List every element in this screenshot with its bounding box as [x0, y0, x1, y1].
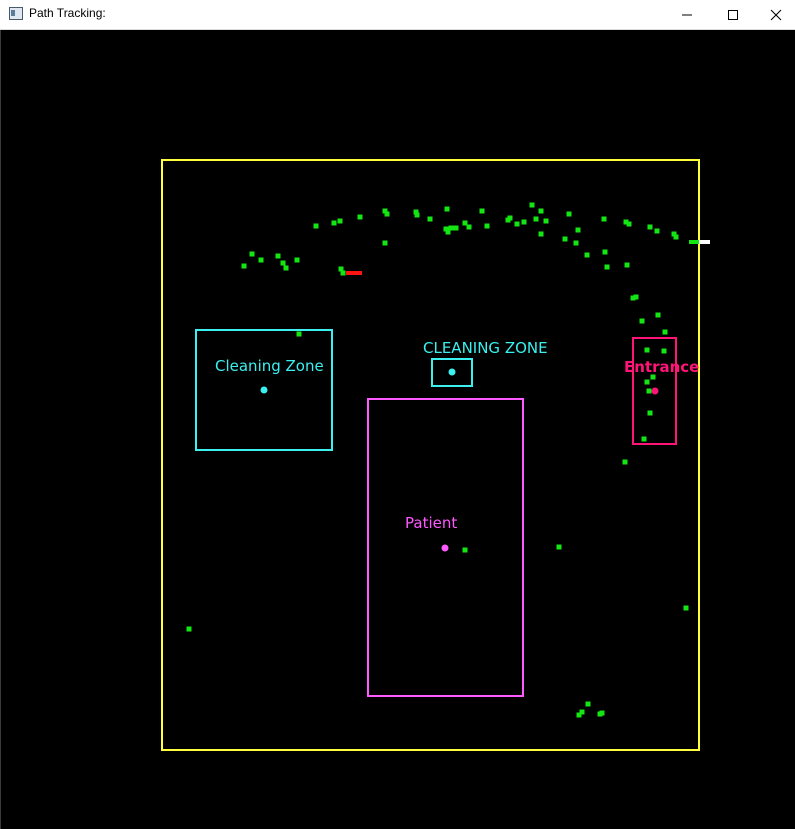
- path-point: [662, 329, 668, 335]
- path-point: [414, 212, 420, 218]
- path-point: [283, 265, 289, 271]
- path-point: [275, 253, 281, 259]
- path-point: [647, 410, 653, 416]
- path-point: [331, 220, 337, 226]
- cleaning-zone-left-label: Cleaning Zone: [215, 357, 324, 375]
- path-point: [521, 219, 527, 225]
- maximize-icon: [728, 9, 738, 20]
- path-point: [601, 216, 607, 222]
- sensor-marker-base: [689, 240, 699, 244]
- cleaning-zone-center-label: CLEANING ZONE: [423, 339, 548, 357]
- path-points: [186, 202, 689, 718]
- path-point: [296, 331, 302, 337]
- path-point: [633, 294, 639, 300]
- path-point: [683, 605, 689, 611]
- path-point: [427, 216, 433, 222]
- path-point: [585, 701, 591, 707]
- path-point: [479, 208, 485, 214]
- path-point: [340, 270, 346, 276]
- path-point: [514, 221, 520, 227]
- room-boundary: [161, 159, 700, 751]
- minimize-button[interactable]: [664, 0, 710, 29]
- path-point: [529, 202, 535, 208]
- path-point: [562, 236, 568, 242]
- path-point: [543, 218, 549, 224]
- path-point: [533, 216, 539, 222]
- close-button[interactable]: [756, 0, 795, 29]
- path-point: [466, 224, 472, 230]
- path-point: [644, 347, 650, 353]
- path-point: [622, 459, 628, 465]
- path-point: [599, 710, 605, 716]
- path-point: [444, 206, 450, 212]
- path-point: [602, 249, 608, 255]
- path-point: [646, 388, 652, 394]
- path-point: [249, 251, 255, 257]
- path-point: [673, 234, 679, 240]
- path-point: [573, 240, 579, 246]
- path-point: [556, 544, 562, 550]
- path-point: [654, 228, 660, 234]
- path-point: [641, 436, 647, 442]
- path-point: [624, 262, 630, 268]
- path-point: [186, 626, 192, 632]
- path-point: [655, 312, 661, 318]
- robot-heading-marker: [346, 271, 362, 275]
- path-point: [384, 211, 390, 217]
- cleaning-zone-left-center: [260, 386, 268, 394]
- path-point: [566, 211, 572, 217]
- map-canvas: Cleaning Zone CLEANING ZONE Patient Entr…: [0, 30, 795, 829]
- app-window-icon: [9, 7, 23, 20]
- path-point: [357, 214, 363, 220]
- path-point: [313, 223, 319, 229]
- path-point: [258, 257, 264, 263]
- path-point: [507, 215, 513, 221]
- path-point: [382, 240, 388, 246]
- path-point: [462, 547, 468, 553]
- path-point: [576, 712, 582, 718]
- path-point: [661, 348, 667, 354]
- maximize-button[interactable]: [710, 0, 756, 29]
- path-point: [538, 208, 544, 214]
- path-point: [484, 223, 490, 229]
- path-point: [294, 257, 300, 263]
- path-point: [448, 225, 454, 231]
- path-point: [453, 225, 459, 231]
- sensor-marker: [699, 240, 710, 244]
- patient-center: [441, 544, 449, 552]
- path-point: [584, 252, 590, 258]
- close-icon: [770, 9, 781, 20]
- path-point: [280, 260, 286, 266]
- entrance-center: [651, 387, 659, 395]
- path-point: [626, 221, 632, 227]
- path-point: [241, 263, 247, 269]
- path-point: [538, 231, 544, 237]
- path-point: [575, 227, 581, 233]
- path-point: [644, 379, 650, 385]
- window-title: Path Tracking:: [29, 6, 106, 20]
- path-point: [639, 318, 645, 324]
- path-point: [604, 264, 610, 270]
- path-point: [650, 374, 656, 380]
- path-point: [337, 218, 343, 224]
- path-point: [647, 224, 653, 230]
- entrance-label: Entrance: [624, 358, 699, 376]
- patient-label: Patient: [405, 514, 457, 532]
- minimize-icon: [682, 14, 692, 15]
- title-bar: Path Tracking:: [0, 0, 795, 30]
- cleaning-zone-center-dot: [448, 368, 456, 376]
